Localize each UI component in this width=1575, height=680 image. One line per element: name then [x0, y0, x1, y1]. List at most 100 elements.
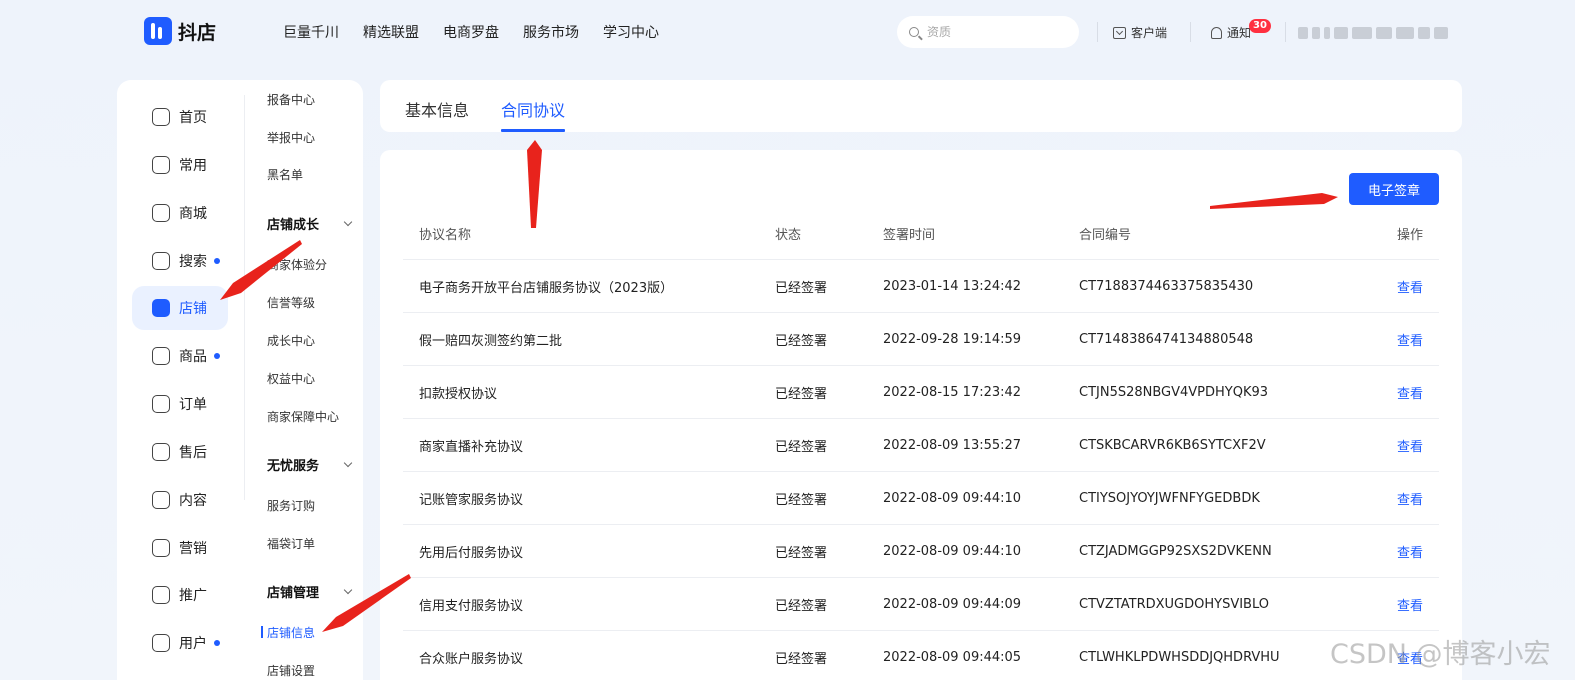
- cell-number: CTJN5S28NBGV4VPDHYQK93: [1079, 384, 1269, 400]
- cell-status: 已经签署: [775, 651, 828, 667]
- sidebar-item-home[interactable]: 首页: [132, 95, 228, 139]
- subnav-shop-settings[interactable]: 店铺设置: [267, 662, 315, 679]
- logo-text: 抖店: [178, 21, 217, 44]
- cell-status: 已经签署: [775, 439, 828, 455]
- cell-number: CTLWHKLPDWHSDDJQHDRVHU: [1079, 649, 1280, 665]
- cell-name: 先用后付服务协议: [419, 545, 524, 561]
- cell-name: 电子商务开放平台店铺服务协议（2023版）: [419, 280, 674, 296]
- subnav-group-worryfree[interactable]: 无忧服务: [267, 455, 353, 474]
- chevron-down-icon: [343, 585, 353, 595]
- view-link[interactable]: 查看: [1397, 493, 1423, 508]
- table-row: 记账管家服务协议 已经签署 2022-08-09 09:44:10 CTIYSO…: [403, 472, 1439, 525]
- cell-name: 记账管家服务协议: [419, 492, 524, 508]
- subnav-experience-score[interactable]: 商家体验分: [267, 256, 327, 273]
- tab-contract[interactable]: 合同协议: [501, 97, 565, 121]
- contract-panel: 电子签章 协议名称 状态 签署时间 合同编号 操作 电子商务开放平台店铺服务协议…: [380, 150, 1462, 680]
- subnav-rights-center[interactable]: 权益中心: [267, 370, 315, 387]
- view-link[interactable]: 查看: [1397, 387, 1423, 402]
- bell-icon: [1211, 26, 1222, 39]
- subnav-group-manage[interactable]: 店铺管理: [267, 582, 353, 601]
- subnav-report-center[interactable]: 举报中心: [267, 129, 315, 146]
- sidebar-item-order[interactable]: 订单: [132, 382, 228, 426]
- table-header: 协议名称 状态 签署时间 合同编号 操作: [403, 208, 1439, 260]
- sidebar-item-mall[interactable]: 商城: [132, 191, 228, 235]
- sidebar-item-label: 内容: [179, 493, 207, 509]
- logo-icon: [144, 17, 172, 45]
- subnav-guarantee-center[interactable]: 商家保障中心: [267, 408, 339, 425]
- cell-number: CTIYSOJYOYJWFNFYGEDBDK: [1079, 490, 1260, 506]
- table-row: 信用支付服务协议 已经签署 2022-08-09 09:44:09 CTVZTA…: [403, 578, 1439, 631]
- sidebar-item-label: 商品: [179, 349, 207, 365]
- nav-learning-center[interactable]: 学习中心: [603, 22, 659, 42]
- send-icon: [152, 586, 170, 604]
- new-dot: [214, 258, 220, 264]
- group-label: 无忧服务: [267, 459, 320, 474]
- subnav-credit-level[interactable]: 信誉等级: [267, 294, 315, 311]
- notify-label: 通知: [1227, 26, 1252, 40]
- view-link[interactable]: 查看: [1397, 281, 1423, 296]
- cell-name: 信用支付服务协议: [419, 598, 524, 614]
- product-icon: [152, 347, 170, 365]
- esign-button[interactable]: 电子签章: [1349, 173, 1439, 205]
- group-label: 店铺管理: [267, 586, 320, 601]
- sidebar-item-search[interactable]: 搜索: [132, 239, 228, 283]
- logo[interactable]: 抖店: [144, 17, 216, 45]
- cell-name: 商家直播补充协议: [419, 439, 524, 455]
- nav-service-market[interactable]: 服务市场: [523, 22, 579, 42]
- search-input[interactable]: [927, 25, 1057, 39]
- cell-time: 2022-08-15 17:23:42: [883, 384, 1022, 400]
- search-box[interactable]: [897, 16, 1079, 48]
- user-account-blurred[interactable]: [1298, 27, 1448, 39]
- sidebar-item-common[interactable]: 常用: [132, 143, 228, 187]
- sidebar-item-product[interactable]: 商品: [132, 334, 228, 378]
- new-dot: [214, 353, 220, 359]
- sidebar-item-label: 首页: [179, 110, 207, 126]
- cell-time: 2022-08-09 13:55:27: [883, 437, 1022, 453]
- home-icon: [152, 108, 170, 126]
- top-bar: 抖店 巨量千川 精选联盟 电商罗盘 服务市场 学习中心 客户端 通知 30: [0, 0, 1575, 64]
- cell-status: 已经签署: [775, 333, 828, 349]
- view-link[interactable]: 查看: [1397, 334, 1423, 349]
- cell-status: 已经签署: [775, 598, 828, 614]
- view-link[interactable]: 查看: [1397, 440, 1423, 455]
- watermark: CSDN @博客小宏: [1330, 639, 1551, 670]
- new-dot: [214, 640, 220, 646]
- header-name: 协议名称: [419, 228, 472, 243]
- megaphone-icon: [152, 539, 170, 557]
- sidebar-item-user[interactable]: 用户: [132, 621, 228, 665]
- subnav-blacklist[interactable]: 黑名单: [267, 166, 303, 183]
- subnav-group-growth[interactable]: 店铺成长: [267, 214, 353, 233]
- group-label: 店铺成长: [267, 218, 320, 233]
- sidebar-item-aftersale[interactable]: 售后: [132, 430, 228, 474]
- subnav-growth-center[interactable]: 成长中心: [267, 332, 315, 349]
- cell-number: CTVZTATRDXUGDOHYSVIBLO: [1079, 596, 1269, 612]
- subnav-reporting-center[interactable]: 报备中心: [267, 91, 315, 108]
- chevron-down-icon: [343, 217, 353, 227]
- sidebar-item-promotion[interactable]: 推广: [132, 573, 228, 617]
- table-row: 扣款授权协议 已经签署 2022-08-15 17:23:42 CTJN5S28…: [403, 366, 1439, 419]
- subnav-shop-info[interactable]: 店铺信息: [260, 624, 315, 641]
- sidebar: 首页 常用 商城 搜索 店铺 商品 订单 售后 内容 营销 推广 用户 报备中心…: [117, 80, 363, 680]
- view-link[interactable]: 查看: [1397, 599, 1423, 614]
- view-link[interactable]: 查看: [1397, 546, 1423, 561]
- aftersale-icon: [152, 443, 170, 461]
- sidebar-item-label: 商城: [179, 206, 207, 222]
- client-download-button[interactable]: 客户端: [1113, 24, 1167, 41]
- sidebar-item-shop[interactable]: 店铺: [132, 286, 228, 330]
- sidebar-item-label: 店铺: [179, 301, 207, 317]
- notification-button[interactable]: 通知: [1211, 24, 1251, 41]
- nav-qianchuan[interactable]: 巨量千川: [283, 22, 339, 42]
- sidebar-item-marketing[interactable]: 营销: [132, 526, 228, 570]
- cell-name: 合众账户服务协议: [419, 651, 524, 667]
- sidebar-item-content[interactable]: 内容: [132, 478, 228, 522]
- subnav-service-order[interactable]: 服务订购: [267, 497, 315, 514]
- nav-alliance[interactable]: 精选联盟: [363, 22, 419, 42]
- subnav-bag-order[interactable]: 福袋订单: [267, 535, 315, 552]
- sidebar-item-label: 搜索: [179, 254, 207, 270]
- tab-basic-info[interactable]: 基本信息: [405, 97, 469, 121]
- sidebar-item-label: 订单: [179, 397, 207, 413]
- nav-compass[interactable]: 电商罗盘: [443, 22, 499, 42]
- cell-time: 2022-08-09 09:44:10: [883, 543, 1022, 559]
- cell-time: 2022-09-28 19:14:59: [883, 331, 1022, 347]
- sidebar-item-label: 推广: [179, 588, 207, 604]
